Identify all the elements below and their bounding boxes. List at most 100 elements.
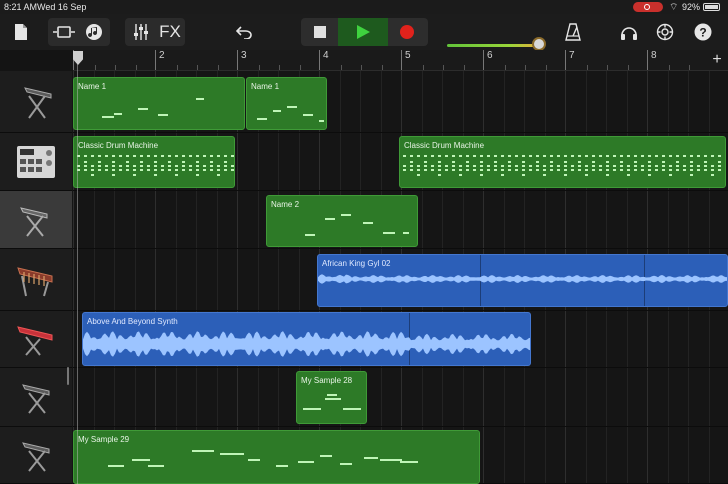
midi-region[interactable]: Name 1 xyxy=(73,77,245,130)
midi-note xyxy=(400,461,418,463)
tracks-view-icon xyxy=(53,26,75,38)
drum-hit xyxy=(550,161,553,163)
track-header-6[interactable] xyxy=(0,368,72,427)
record-button[interactable] xyxy=(391,19,423,45)
stop-button[interactable] xyxy=(305,19,335,45)
mixer-button[interactable] xyxy=(128,19,154,45)
drum-hit xyxy=(147,155,150,157)
track-header-2[interactable] xyxy=(0,133,72,191)
midi-note xyxy=(325,398,341,400)
loop-browser-button[interactable] xyxy=(80,19,108,45)
audio-region[interactable]: Above And Beyond Synth xyxy=(82,312,531,366)
drum-hit xyxy=(697,169,700,171)
drum-hit xyxy=(501,169,504,171)
drum-hit xyxy=(119,165,122,167)
drum-hit xyxy=(112,169,115,171)
ruler-bar-5[interactable]: 5 xyxy=(401,50,483,70)
drum-hit xyxy=(711,174,714,176)
drum-hit xyxy=(480,169,483,171)
midi-note xyxy=(257,118,267,120)
drum-hit xyxy=(487,169,490,171)
timeline-ruler[interactable]: 2345678 xyxy=(73,50,728,71)
drum-hit xyxy=(557,165,560,167)
ruler-bar-1[interactable] xyxy=(73,50,155,70)
midi-note xyxy=(108,465,124,467)
drum-hit xyxy=(459,155,462,157)
drum-hit xyxy=(196,174,199,176)
drum-hit xyxy=(217,165,220,167)
drum-hit xyxy=(543,174,546,176)
drum-hit xyxy=(182,165,185,167)
drum-hit xyxy=(126,161,129,163)
midi-note xyxy=(138,108,148,110)
drum-hit xyxy=(522,165,525,167)
drum-hit xyxy=(606,161,609,163)
add-section-button[interactable]: + xyxy=(706,50,728,70)
ruler-bar-3[interactable]: 3 xyxy=(237,50,319,70)
waveform-shape xyxy=(83,331,530,357)
ruler-bar-6[interactable]: 6 xyxy=(483,50,565,70)
drum-hit xyxy=(494,155,497,157)
drum-hit xyxy=(522,174,525,176)
region-name: My Sample 29 xyxy=(78,435,130,444)
midi-region[interactable]: Name 1 xyxy=(246,77,327,130)
drum-hit xyxy=(550,165,553,167)
ruler-bar-2[interactable]: 2 xyxy=(155,50,237,70)
master-volume-knob[interactable] xyxy=(532,37,546,51)
drum-hit xyxy=(718,155,721,157)
drum-hit xyxy=(606,169,609,171)
midi-region[interactable]: Classic Drum Machine xyxy=(399,136,726,188)
my-songs-button[interactable] xyxy=(10,19,32,45)
drum-hit xyxy=(168,165,171,167)
drum-hit xyxy=(543,165,546,167)
drum-hit xyxy=(161,165,164,167)
midi-region[interactable]: My Sample 28 xyxy=(296,371,367,424)
drum-hit xyxy=(592,155,595,157)
ruler-tick xyxy=(689,65,690,70)
drum-hit xyxy=(112,165,115,167)
drum-hit xyxy=(231,155,234,157)
loop-icon xyxy=(86,24,102,40)
play-button[interactable] xyxy=(338,19,388,45)
undo-button[interactable] xyxy=(233,19,255,45)
ruler-tick xyxy=(463,65,465,70)
ruler-bar-7[interactable]: 7 xyxy=(565,50,647,70)
track-header-4[interactable] xyxy=(0,249,72,311)
drum-hit xyxy=(438,174,441,176)
browser-view-button[interactable] xyxy=(50,19,78,45)
drum-hit xyxy=(417,155,420,157)
drum-hit xyxy=(438,161,441,163)
track-header-5[interactable] xyxy=(0,311,72,368)
master-volume-slider[interactable] xyxy=(447,44,537,47)
midi-region[interactable]: My Sample 29 xyxy=(73,430,480,484)
midi-region[interactable]: Name 2 xyxy=(266,195,418,247)
svg-text:?: ? xyxy=(699,26,706,40)
fx-button[interactable]: FX xyxy=(157,19,183,45)
drum-hit xyxy=(210,169,213,171)
drum-hit xyxy=(154,155,157,157)
drum-hit xyxy=(410,161,413,163)
drum-hit xyxy=(403,165,406,167)
loop-settings-button[interactable] xyxy=(618,19,640,45)
help-button[interactable]: ? xyxy=(692,19,714,45)
drum-hit xyxy=(84,161,87,163)
tracks-area[interactable]: Name 1 Name 1 Classic Drum Machine Class… xyxy=(73,71,728,484)
track-lane-6[interactable] xyxy=(73,368,728,427)
settings-button[interactable] xyxy=(654,19,676,45)
track-header-1[interactable] xyxy=(0,71,72,133)
midi-region[interactable]: Classic Drum Machine xyxy=(73,136,235,188)
drum-hit xyxy=(84,169,87,171)
ruler-bar-4[interactable]: 4 xyxy=(319,50,401,70)
drum-hit xyxy=(515,169,518,171)
header-resize-handle[interactable] xyxy=(67,367,69,385)
drum-hit xyxy=(175,169,178,171)
track-headers xyxy=(0,71,72,484)
audio-region[interactable]: African King Gyl 02 xyxy=(317,254,728,307)
drum-hit xyxy=(431,165,434,167)
track-header-3[interactable] xyxy=(0,191,72,249)
metronome-button[interactable] xyxy=(562,19,584,45)
undo-icon xyxy=(236,26,252,39)
track-header-7[interactable] xyxy=(0,427,72,484)
ruler-tick xyxy=(381,65,383,70)
drum-hit xyxy=(641,169,644,171)
